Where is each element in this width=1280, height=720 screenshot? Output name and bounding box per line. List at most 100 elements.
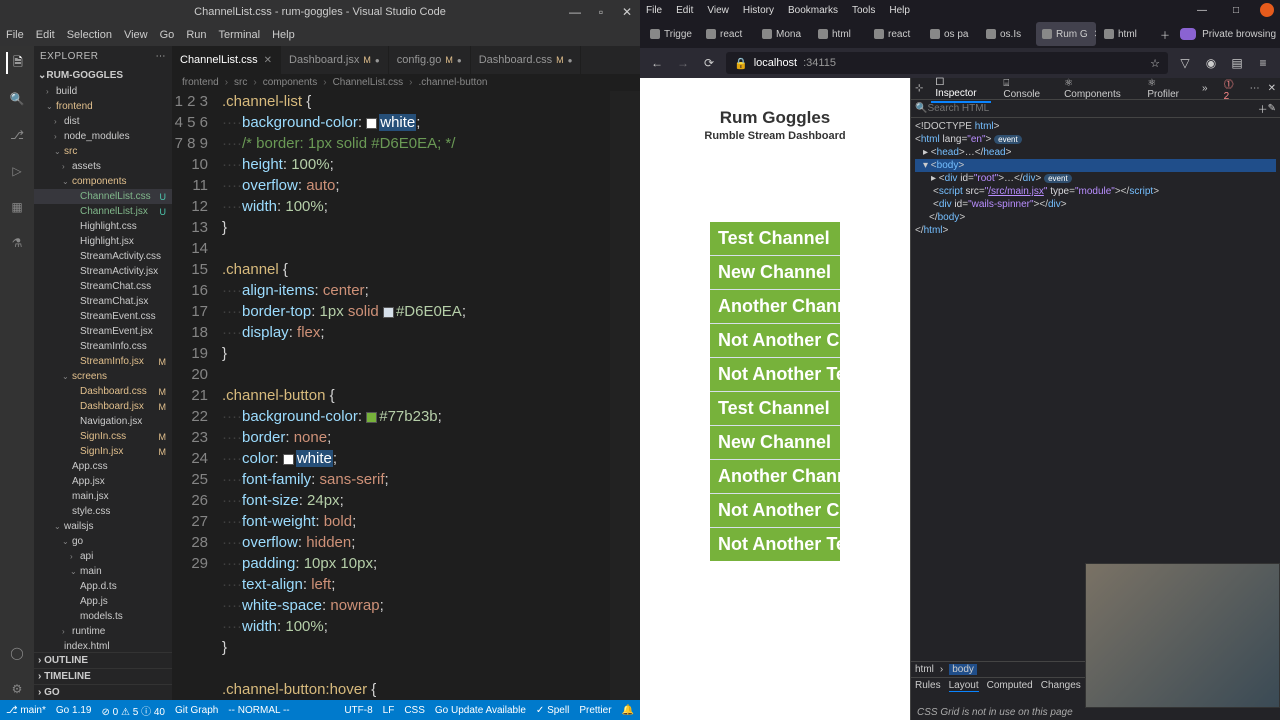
channel-button[interactable]: Not Another Test Channel <box>710 357 840 391</box>
rules-tab[interactable]: Rules <box>915 680 941 692</box>
editor-tab[interactable]: config.go M● <box>389 46 471 74</box>
go-version[interactable]: Go 1.19 <box>56 705 92 716</box>
channel-button[interactable]: New Channel <box>710 255 840 289</box>
close-icon[interactable]: ✕ <box>614 0 640 24</box>
git-graph[interactable]: Git Graph <box>175 705 218 716</box>
explorer-icon[interactable]: 🗎 <box>6 52 28 74</box>
browser-tab[interactable]: html <box>812 22 866 46</box>
forward-button[interactable]: → <box>674 56 692 70</box>
channel-button[interactable]: Not Another Channel <box>710 323 840 357</box>
editor-tab[interactable]: ChannelList.css✕ <box>172 46 281 74</box>
tree-item[interactable]: StreamChat.css <box>34 279 172 294</box>
tree-item[interactable]: Dashboard.cssM <box>34 384 172 399</box>
menu-go[interactable]: Go <box>160 29 175 41</box>
tree-item[interactable]: ›dist <box>34 114 172 129</box>
tree-item[interactable]: main.jsx <box>34 489 172 504</box>
browser-menu-item[interactable]: History <box>743 5 774 16</box>
browser-tab[interactable]: os pa <box>924 22 978 46</box>
sidebar-section[interactable]: › TIMELINE <box>34 668 172 684</box>
profiler-tab[interactable]: ⚛ Profiler <box>1143 76 1194 102</box>
browser-menu-item[interactable]: Edit <box>676 5 693 16</box>
devtools-overflow-icon[interactable]: » <box>1202 83 1208 94</box>
container-icon[interactable]: ▤ <box>1228 56 1246 70</box>
git-branch[interactable]: ⎇ main* <box>6 705 46 716</box>
breadcrumb-item[interactable]: .channel-button <box>419 77 488 88</box>
menu-help[interactable]: Help <box>272 29 295 41</box>
bookmark-star-icon[interactable]: ☆ <box>1150 57 1160 70</box>
devtools-settings-icon[interactable]: ⋯ <box>1250 83 1260 94</box>
tree-item[interactable]: ⌄go <box>34 534 172 549</box>
tree-item[interactable]: ›api <box>34 549 172 564</box>
tree-item[interactable]: ›runtime <box>34 624 172 639</box>
edit-icon[interactable]: ✎ <box>1268 103 1276 114</box>
tree-item[interactable]: App.jsx <box>34 474 172 489</box>
components-tab[interactable]: ⚛ Components <box>1060 76 1135 102</box>
project-root[interactable]: ⌄ RUM-GOGGLES <box>34 66 172 84</box>
tree-item[interactable]: StreamInfo.jsxM <box>34 354 172 369</box>
tree-item[interactable]: ChannelList.jsxU <box>34 204 172 219</box>
search-icon[interactable]: 🔍 <box>6 88 28 110</box>
testing-icon[interactable]: ⚗ <box>6 232 28 254</box>
run-debug-icon[interactable]: ▷ <box>6 160 28 182</box>
tree-item[interactable]: ⌄components <box>34 174 172 189</box>
tree-item[interactable]: App.d.ts <box>34 579 172 594</box>
more-icon[interactable]: ⋯ <box>156 51 167 62</box>
extension-icon[interactable]: ◉ <box>1202 56 1220 70</box>
prettier[interactable]: Prettier <box>579 705 611 716</box>
tree-item[interactable]: SignIn.jsxM <box>34 444 172 459</box>
vscode-titlebar[interactable]: ChannelList.css - rum-goggles - Visual S… <box>0 0 640 24</box>
editor-tab[interactable]: Dashboard.jsx M● <box>281 46 389 74</box>
browser-tab[interactable]: Mona <box>756 22 810 46</box>
error-count[interactable]: ⓵ 2 <box>1224 76 1242 102</box>
rules-tab[interactable]: Changes <box>1041 680 1081 692</box>
tree-item[interactable]: StreamEvent.css <box>34 309 172 324</box>
browser-tab[interactable]: react <box>700 22 754 46</box>
encoding[interactable]: UTF-8 <box>344 705 372 716</box>
maximize-icon[interactable]: ▫ <box>588 0 614 24</box>
tree-item[interactable]: ›node_modules <box>34 129 172 144</box>
tree-item[interactable]: index.html <box>34 639 172 652</box>
tree-item[interactable]: StreamEvent.jsx <box>34 324 172 339</box>
spell-check[interactable]: ✓ Spell <box>536 705 569 716</box>
channel-button[interactable]: Test Channel <box>710 391 840 425</box>
editor-tab[interactable]: Dashboard.css M● <box>471 46 582 74</box>
diagnostics[interactable]: ⊘ 0 ⚠ 5 ⓘ 40 <box>101 703 164 718</box>
eol[interactable]: LF <box>383 705 395 716</box>
window-button[interactable]: □ <box>1226 2 1246 18</box>
window-button[interactable]: — <box>1192 2 1212 18</box>
tree-item[interactable]: ⌄main <box>34 564 172 579</box>
back-button[interactable]: ← <box>648 56 666 70</box>
tree-item[interactable]: ›assets <box>34 159 172 174</box>
pocket-icon[interactable]: ▽ <box>1176 56 1194 70</box>
tree-item[interactable]: Highlight.css <box>34 219 172 234</box>
close-button[interactable] <box>1260 3 1274 17</box>
minimap[interactable] <box>610 91 640 700</box>
channel-button[interactable]: Another Channel <box>710 289 840 323</box>
source-control-icon[interactable]: ⎇ <box>6 124 28 146</box>
browser-tab[interactable]: Trigge <box>644 22 698 46</box>
reload-button[interactable]: ⟳ <box>700 56 718 70</box>
browser-menu-item[interactable]: Bookmarks <box>788 5 838 16</box>
tree-item[interactable]: models.ts <box>34 609 172 624</box>
breadcrumb-item[interactable]: frontend <box>182 77 219 88</box>
menu-run[interactable]: Run <box>186 29 206 41</box>
breadcrumb-item[interactable]: src <box>234 77 247 88</box>
pick-element-icon[interactable]: ⊹ <box>915 83 923 94</box>
new-tab-button[interactable]: ＋ <box>1154 27 1176 42</box>
menu-selection[interactable]: Selection <box>67 29 112 41</box>
browser-menu-item[interactable]: Tools <box>852 5 875 16</box>
tree-item[interactable]: StreamActivity.css <box>34 249 172 264</box>
code-editor[interactable]: 1 2 3 4 5 6 7 8 9 10 11 12 13 14 15 16 1… <box>172 91 640 700</box>
search-html-input[interactable] <box>927 103 1257 114</box>
menu-view[interactable]: View <box>124 29 148 41</box>
tree-item[interactable]: ⌄frontend <box>34 99 172 114</box>
tree-item[interactable]: StreamChat.jsx <box>34 294 172 309</box>
go-update[interactable]: Go Update Available <box>435 705 526 716</box>
menu-terminal[interactable]: Terminal <box>219 29 261 41</box>
channel-button[interactable]: Another Channel <box>710 459 840 493</box>
tree-item[interactable]: App.css <box>34 459 172 474</box>
minimize-icon[interactable]: — <box>562 0 588 24</box>
menu-edit[interactable]: Edit <box>36 29 55 41</box>
tree-item[interactable]: StreamInfo.css <box>34 339 172 354</box>
tree-item[interactable]: SignIn.cssM <box>34 429 172 444</box>
